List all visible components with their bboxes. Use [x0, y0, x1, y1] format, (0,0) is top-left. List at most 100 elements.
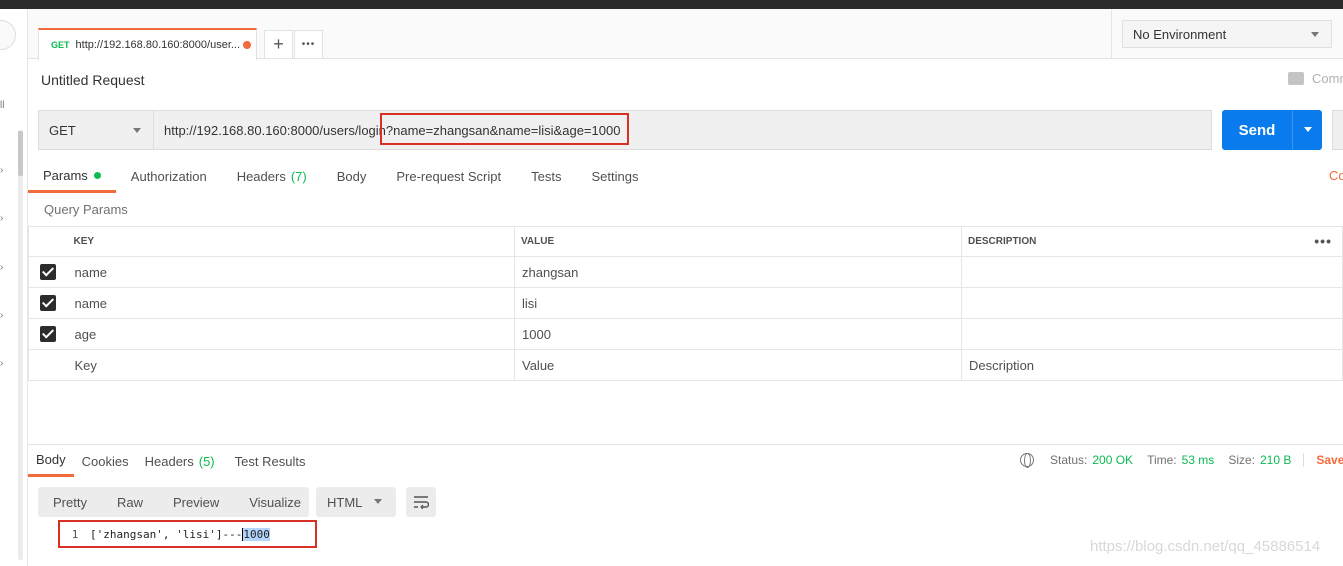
wrap-lines-icon [414, 496, 429, 509]
tab-settings[interactable]: Settings [576, 160, 653, 193]
sidebar-chevron-icon[interactable]: › [0, 262, 3, 273]
tab-params[interactable]: Params [28, 160, 116, 193]
response-format-select[interactable]: HTML [316, 487, 396, 517]
view-raw-button[interactable]: Raw [102, 495, 158, 510]
query-params-table: KEY VALUE DESCRIPTION ••• name zhangsan … [28, 226, 1343, 381]
sidebar-scrollbar-thumb[interactable] [18, 131, 23, 176]
sidebar-chevron-icon[interactable]: › [0, 358, 3, 369]
row-checkbox-cell [28, 256, 68, 288]
table-row: name zhangsan [28, 256, 1343, 288]
tab-label: Cookies [81, 453, 129, 469]
wrap-lines-button[interactable] [406, 487, 436, 517]
request-tab[interactable]: GET http://192.168.80.160:8000/user... [38, 28, 257, 60]
description-column-label: DESCRIPTION [968, 236, 1037, 247]
tab-badge: (5) [198, 453, 215, 469]
tab-label: Test Results [234, 453, 306, 469]
send-label: Send [1238, 121, 1276, 139]
response-tab-headers[interactable]: Headers (5) [137, 445, 223, 477]
sidebar-scrollbar[interactable] [18, 130, 23, 560]
view-preview-button[interactable]: Preview [158, 495, 234, 510]
url-query-highlight-box [380, 113, 629, 145]
tab-method: GET [51, 40, 70, 50]
sidebar-chevron-icon[interactable]: › [0, 213, 3, 224]
request-title[interactable]: Untitled Request [41, 72, 145, 88]
tab-label: Params [43, 167, 88, 183]
tab-label: Body [36, 452, 66, 467]
comment-icon [1288, 72, 1304, 85]
param-key[interactable]: age [67, 318, 515, 350]
param-description[interactable] [961, 256, 1343, 288]
more-icon[interactable]: ••• [1314, 233, 1332, 249]
tab-headers[interactable]: Headers (7) [222, 160, 322, 193]
response-tab-body[interactable]: Body [28, 445, 74, 477]
method-select[interactable]: GET [39, 111, 154, 149]
tab-options-button[interactable]: ••• [294, 30, 323, 59]
param-value[interactable]: 1000 [514, 318, 962, 350]
table-header-row: KEY VALUE DESCRIPTION ••• [28, 226, 1343, 257]
status-label: Status: [1050, 453, 1088, 467]
view-pretty-button[interactable]: Pretty [38, 495, 102, 510]
row-checkbox[interactable] [40, 264, 57, 281]
tab-body[interactable]: Body [322, 160, 382, 193]
description-placeholder[interactable]: Description [961, 349, 1343, 381]
response-tabs: Body Cookies Headers (5) Test Results [28, 445, 313, 477]
response-tab-cookies[interactable]: Cookies [74, 445, 137, 477]
window-top-bar [0, 0, 1343, 9]
value-column-header: VALUE [514, 226, 962, 257]
time-label: Time: [1147, 453, 1177, 467]
param-key[interactable]: name [67, 287, 515, 319]
send-options-dropdown[interactable] [1292, 110, 1322, 150]
response-tab-test-results[interactable]: Test Results [223, 445, 314, 477]
tab-label: Headers [144, 453, 194, 469]
row-checkbox[interactable] [40, 326, 57, 343]
tab-label: Authorization [130, 169, 207, 184]
watermark: https://blog.csdn.net/qq_45886514 [1090, 538, 1321, 555]
tab-authorization[interactable]: Authorization [116, 160, 222, 193]
row-checkbox[interactable] [40, 295, 57, 312]
key-placeholder[interactable]: Key [67, 349, 515, 381]
unsaved-dot-icon [243, 41, 251, 49]
cookies-link[interactable]: Co [1329, 168, 1343, 183]
more-icon: ••• [301, 39, 316, 50]
tab-tests[interactable]: Tests [516, 160, 576, 193]
table-row: name lisi [28, 287, 1343, 319]
row-checkbox-cell [28, 318, 68, 350]
tab-url: http://192.168.80.160:8000/user... [75, 39, 241, 51]
sidebar-chevron-icon[interactable]: › [0, 310, 3, 321]
save-button[interactable] [1332, 110, 1343, 150]
format-value: HTML [327, 494, 363, 510]
param-key[interactable]: name [67, 256, 515, 288]
value-placeholder[interactable]: Value [514, 349, 962, 381]
send-button[interactable]: Send [1222, 110, 1322, 150]
chevron-down-icon [1311, 32, 1319, 37]
tab-label: Pre-request Script [396, 169, 502, 184]
plus-icon: + [273, 34, 284, 54]
params-active-dot-icon [93, 171, 101, 179]
size-value[interactable]: 210 B [1260, 453, 1291, 467]
response-body-line[interactable]: 1 ['zhangsan', 'lisi']--- 1000 [58, 520, 317, 548]
left-sidebar [0, 9, 28, 566]
chevron-down-icon [1304, 127, 1312, 132]
query-params-label: Query Params [44, 202, 128, 217]
save-response-button[interactable]: Save R [1303, 453, 1343, 467]
param-description[interactable] [961, 318, 1343, 350]
time-value[interactable]: 53 ms [1182, 453, 1215, 467]
new-tab-button[interactable]: + [264, 30, 293, 59]
globe-icon[interactable] [1020, 453, 1034, 468]
sidebar-chevron-icon[interactable]: › [0, 165, 3, 176]
status-value[interactable]: 200 OK [1092, 453, 1133, 467]
param-value[interactable]: lisi [514, 287, 962, 319]
environment-select[interactable]: No Environment [1122, 20, 1332, 48]
param-description[interactable] [961, 287, 1343, 319]
comments-button[interactable]: Comm [1288, 71, 1343, 86]
view-visualize-button[interactable]: Visualize [234, 495, 316, 510]
row-checkbox-cell [28, 287, 68, 319]
url-input[interactable]: http://192.168.80.160:8000/users/login?n… [154, 111, 1211, 149]
method-value: GET [49, 122, 76, 138]
row-checkbox-cell [28, 349, 68, 381]
chevron-down-icon [374, 499, 382, 504]
tab-pre-request-script[interactable]: Pre-request Script [381, 160, 516, 193]
tab-label: Tests [531, 169, 562, 184]
tab-badge: (7) [290, 169, 307, 184]
param-value[interactable]: zhangsan [514, 256, 962, 288]
